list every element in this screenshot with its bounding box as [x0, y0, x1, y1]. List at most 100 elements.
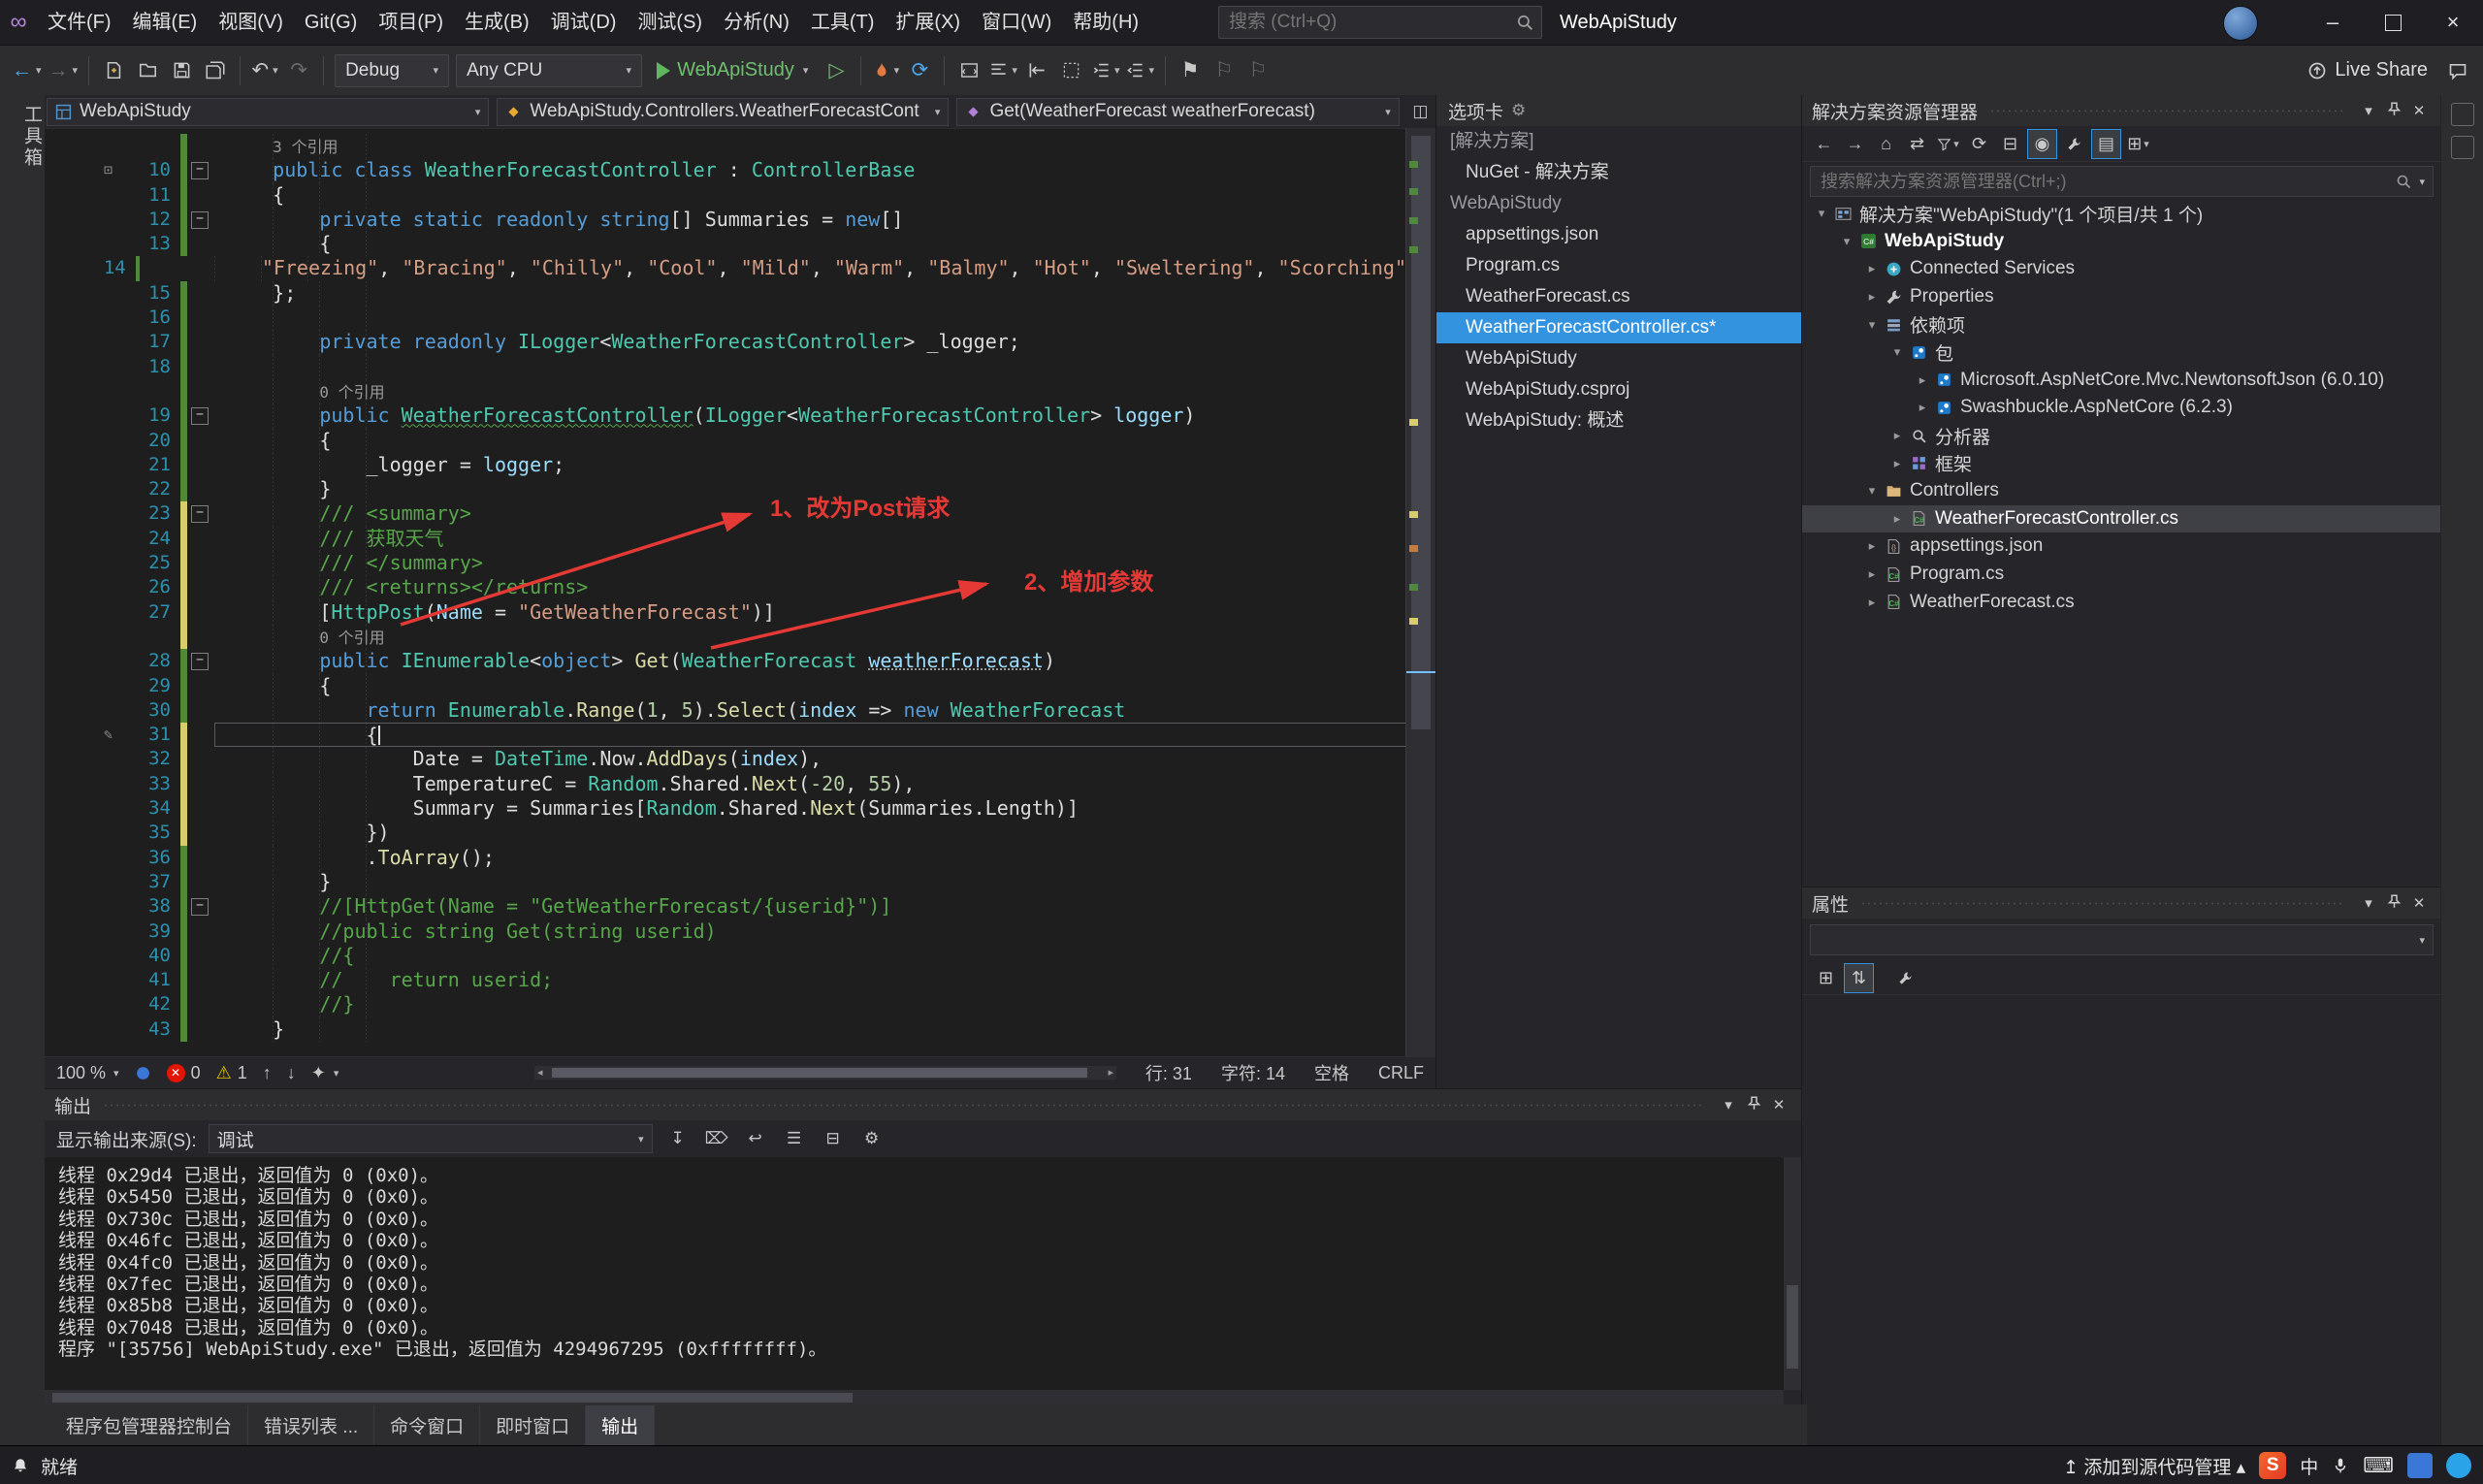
glyph-margin[interactable]: [45, 968, 120, 992]
tree-item[interactable]: ▾ C# WebApiStudy: [1802, 228, 2441, 256]
undo-icon[interactable]: ↶ ▾: [251, 54, 278, 87]
glyph-margin[interactable]: [45, 281, 120, 306]
properties-icon[interactable]: [2060, 130, 2088, 158]
panel-drag-handle[interactable]: [1860, 900, 2344, 906]
zoom-control[interactable]: 100 % ▾: [56, 1063, 119, 1083]
prev-issue-icon[interactable]: ↑: [263, 1063, 272, 1083]
property-pages-icon[interactable]: [1891, 964, 1919, 992]
glyph-margin[interactable]: [45, 355, 120, 379]
code-text[interactable]: }): [214, 821, 1406, 846]
glyph-margin[interactable]: [45, 379, 120, 403]
collapse-chevron-icon[interactable]: ▾: [1887, 344, 1907, 360]
menu-item[interactable]: 文件(F): [37, 1, 122, 45]
code-text[interactable]: public IEnumerable<object> Get(WeatherFo…: [214, 649, 1406, 674]
save-all-icon[interactable]: [202, 54, 229, 87]
code-line[interactable]: 32 Date = DateTime.Now.AddDays(index),: [45, 747, 1406, 772]
solution-search-input[interactable]: [1819, 170, 2391, 193]
back-icon[interactable]: ←: [1810, 130, 1838, 158]
tray-app-icon-1[interactable]: [2407, 1453, 2433, 1478]
code-text[interactable]: /// 获取天气: [214, 526, 1406, 552]
code-text[interactable]: {: [214, 723, 1406, 748]
box-select-icon[interactable]: [1058, 54, 1085, 87]
code-text[interactable]: Summary = Summaries[Random.Shared.Next(S…: [214, 796, 1406, 822]
glyph-margin[interactable]: [45, 403, 120, 428]
expand-chevron-icon[interactable]: ▸: [1862, 261, 1882, 276]
output-horizontal-scrollbar[interactable]: [45, 1390, 1784, 1405]
glyph-margin[interactable]: [45, 649, 120, 673]
glyph-margin[interactable]: [45, 747, 120, 771]
tool-window-tab[interactable]: 程序包管理器控制台: [50, 1404, 249, 1445]
menu-item[interactable]: 测试(S): [627, 1, 713, 45]
prev-bookmark-icon[interactable]: ⚐: [1210, 54, 1238, 87]
solution-search-box[interactable]: ▾: [1810, 166, 2434, 197]
code-line[interactable]: 42 //}: [45, 992, 1406, 1017]
refresh-icon[interactable]: ⟳: [1965, 130, 1993, 158]
menu-item[interactable]: 生成(B): [454, 1, 540, 45]
expand-chevron-icon[interactable]: ▸: [1887, 428, 1907, 443]
code-line[interactable]: 36 .ToArray();: [45, 845, 1406, 870]
start-debugging-button[interactable]: WebApiStudy ▾: [649, 54, 816, 87]
code-line[interactable]: 23− /// <summary>: [45, 501, 1406, 527]
glyph-margin[interactable]: [45, 625, 120, 649]
code-text[interactable]: {: [214, 428, 1406, 453]
collapse-chevron-icon[interactable]: ▾: [1812, 206, 1831, 221]
code-line[interactable]: 39 //public string Get(string userid): [45, 919, 1406, 944]
notifications-icon[interactable]: [2450, 103, 2474, 126]
glyph-margin[interactable]: [45, 796, 120, 821]
code-line[interactable]: 17 private readonly ILogger<WeatherForec…: [45, 330, 1406, 355]
alphabetical-sort-icon[interactable]: ⇅: [1844, 962, 1874, 993]
feedback-bell-icon[interactable]: [12, 1457, 29, 1474]
menu-item[interactable]: 工具(T): [800, 1, 886, 45]
menu-item[interactable]: 项目(P): [368, 1, 454, 45]
filter-icon[interactable]: ▾: [1934, 130, 1962, 158]
tool-window-tab[interactable]: 错误列表 ...: [248, 1404, 375, 1445]
fold-margin[interactable]: −: [187, 501, 214, 526]
document-outline-icon[interactable]: [2450, 136, 2474, 159]
open-document-tab[interactable]: appsettings.json: [1436, 219, 1802, 250]
glyph-margin[interactable]: [45, 894, 120, 919]
next-issue-icon[interactable]: ↓: [287, 1063, 296, 1083]
menu-item[interactable]: 扩展(X): [885, 1, 971, 45]
code-line[interactable]: 43 }: [45, 1016, 1406, 1042]
code-line[interactable]: 38− //[HttpGet(Name = "GetWeatherForecas…: [45, 894, 1406, 919]
code-line[interactable]: ✎ 31 {: [45, 723, 1406, 748]
code-text[interactable]: 3 个引用: [214, 134, 1406, 159]
next-bookmark-icon[interactable]: ⚐: [1244, 54, 1272, 87]
close-button[interactable]: ×: [2423, 0, 2483, 45]
code-line[interactable]: 30 return Enumerable.Range(1, 5).Select(…: [45, 697, 1406, 724]
toggle-messages-icon[interactable]: ☰: [781, 1126, 808, 1151]
microphone-icon[interactable]: [2332, 1457, 2349, 1474]
column-indicator[interactable]: 字符: 14: [1221, 1060, 1285, 1085]
view-switch-icon[interactable]: ⊞ ▾: [2124, 130, 2152, 158]
code-text[interactable]: //{: [214, 943, 1406, 969]
code-text[interactable]: Date = DateTime.Now.AddDays(index),: [214, 747, 1406, 772]
code-line[interactable]: 35 }): [45, 821, 1406, 846]
settings-icon[interactable]: ⚙: [858, 1126, 886, 1151]
code-text[interactable]: /// </summary>: [214, 551, 1406, 576]
glyph-margin[interactable]: [45, 772, 120, 796]
line-indicator[interactable]: 行: 31: [1145, 1060, 1192, 1085]
codelens-row[interactable]: 0 个引用: [45, 624, 1406, 650]
wrap-lines-icon[interactable]: ↩: [742, 1126, 769, 1151]
jump-to-end-icon[interactable]: ↧: [664, 1126, 692, 1151]
tree-item[interactable]: ▸ 分析器: [1802, 422, 2441, 450]
glyph-margin[interactable]: ✎: [45, 723, 120, 747]
code-line[interactable]: 11 {: [45, 182, 1406, 208]
expand-chevron-icon[interactable]: ▸: [1862, 566, 1882, 582]
glyph-margin[interactable]: [45, 453, 120, 477]
close-icon[interactable]: ✕: [2406, 102, 2432, 119]
expand-chevron-icon[interactable]: ▸: [1862, 538, 1882, 554]
editor-horizontal-scrollbar[interactable]: ◂ ▸: [534, 1066, 1116, 1080]
glyph-margin[interactable]: [45, 919, 120, 944]
code-line[interactable]: 26 /// <returns></returns>: [45, 575, 1406, 600]
glyph-margin[interactable]: [45, 846, 120, 870]
code-line[interactable]: 33 TemperatureC = Random.Shared.Next(-20…: [45, 771, 1406, 797]
code-surface[interactable]: 3 个引用 ⊡ 10− public class WeatherForecastCo…: [45, 128, 1435, 1057]
tree-item[interactable]: ▸ 框架: [1802, 449, 2441, 477]
code-line[interactable]: ⊡ 10− public class WeatherForecastControl…: [45, 158, 1406, 183]
code-text[interactable]: {: [214, 673, 1406, 698]
minimize-button[interactable]: –: [2303, 0, 2363, 45]
glyph-margin[interactable]: [45, 183, 120, 208]
panel-drag-handle[interactable]: [103, 1102, 1704, 1108]
glyph-margin[interactable]: [45, 208, 120, 232]
